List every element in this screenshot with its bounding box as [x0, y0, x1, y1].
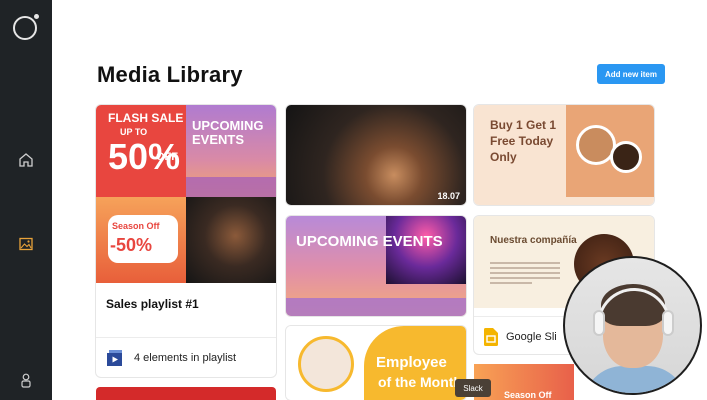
flash-sale-title: FLASH SALE — [108, 111, 184, 125]
bogo-card[interactable]: Buy 1 Get 1 Free Today Only — [474, 105, 654, 205]
user-icon[interactable] — [16, 370, 36, 390]
webcam-overlay[interactable] — [563, 256, 702, 395]
flash-sale-off: OFF — [156, 151, 178, 163]
events-title: UPCOMING EVENTS — [296, 233, 443, 250]
employee-card[interactable]: Employee of the Month — [286, 326, 466, 400]
season-off-text: Season Off — [112, 221, 160, 231]
employee-subtitle: of the Month — [378, 374, 462, 390]
season-off-slide: Season Off -50% — [96, 197, 186, 283]
google-slides-icon — [484, 328, 498, 346]
nuestra-title: Nuestra compañía — [490, 235, 577, 246]
playlist-footer: 4 elements in playlist — [106, 349, 236, 367]
coffee-slide — [186, 197, 276, 283]
events-thumbnail: UPCOMING EVENTS — [286, 216, 466, 316]
page-title: Media Library — [97, 62, 243, 87]
playlist-icon — [107, 350, 122, 366]
slides-footer: Google Sli — [484, 328, 557, 346]
bogo-thumbnail: Buy 1 Get 1 Free Today Only — [474, 105, 654, 205]
video-thumbnail: 18.07 — [286, 105, 466, 205]
bogo-text: Buy 1 Get 1 Free Today Only — [490, 118, 557, 165]
playlist-card[interactable]: FLASH SALE UP TO 50% OFF UPCOMING EVENTS… — [96, 105, 276, 377]
playlist-count: 4 elements in playlist — [134, 352, 237, 364]
media-card-peek[interactable] — [96, 387, 276, 400]
slides-label: Google Sli — [506, 331, 557, 343]
upcoming-events-slide: UPCOMING EVENTS — [186, 105, 276, 197]
slack-tooltip: Slack — [455, 379, 491, 397]
upcoming-events-text: UPCOMING EVENTS — [192, 118, 264, 148]
home-icon[interactable] — [16, 150, 36, 170]
events-card[interactable]: UPCOMING EVENTS — [286, 216, 466, 316]
playlist-thumbnail: FLASH SALE UP TO 50% OFF UPCOMING EVENTS… — [96, 105, 276, 283]
season-off-percent: -50% — [110, 235, 153, 255]
sidebar — [0, 0, 52, 400]
image-icon[interactable] — [16, 234, 36, 254]
video-card[interactable]: 18.07 — [286, 105, 466, 205]
season-peek-text: Season Off — [504, 390, 552, 400]
employee-title: Employee — [376, 354, 447, 371]
flash-sale-slide: FLASH SALE UP TO 50% OFF — [96, 105, 186, 197]
add-new-item-button[interactable]: Add new item — [597, 64, 665, 84]
video-duration: 18.07 — [437, 191, 460, 201]
app-logo[interactable] — [13, 14, 39, 40]
card-title: Sales playlist #1 — [106, 297, 199, 311]
employee-thumbnail: Employee of the Month — [286, 326, 466, 400]
